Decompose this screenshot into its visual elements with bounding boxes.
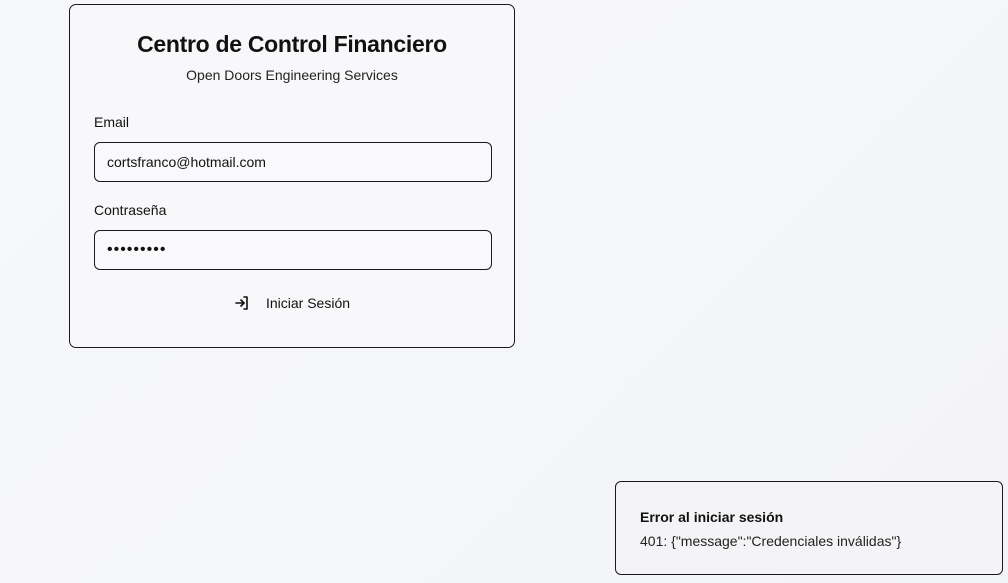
page-title: Centro de Control Financiero [137,31,447,57]
login-card: Centro de Control Financiero Open Doors … [69,4,515,348]
password-value: ••••••••• [107,241,167,258]
error-toast: Error al iniciar sesión 401: {"message":… [615,481,1003,575]
email-value: cortsfranco@hotmail.com [107,154,266,170]
toast-message: 401: {"message":"Credenciales inválidas"… [640,533,902,549]
login-button[interactable]: Iniciar Sesión [70,295,514,311]
password-field[interactable]: ••••••••• [94,230,492,270]
password-label: Contraseña [94,202,167,218]
login-button-label: Iniciar Sesión [265,295,351,311]
log-in-icon [234,295,250,311]
email-label: Email [94,114,130,130]
toast-title: Error al iniciar sesión [640,509,784,525]
email-field[interactable]: cortsfranco@hotmail.com [94,142,492,182]
page-subtitle: Open Doors Engineering Services [186,67,398,83]
